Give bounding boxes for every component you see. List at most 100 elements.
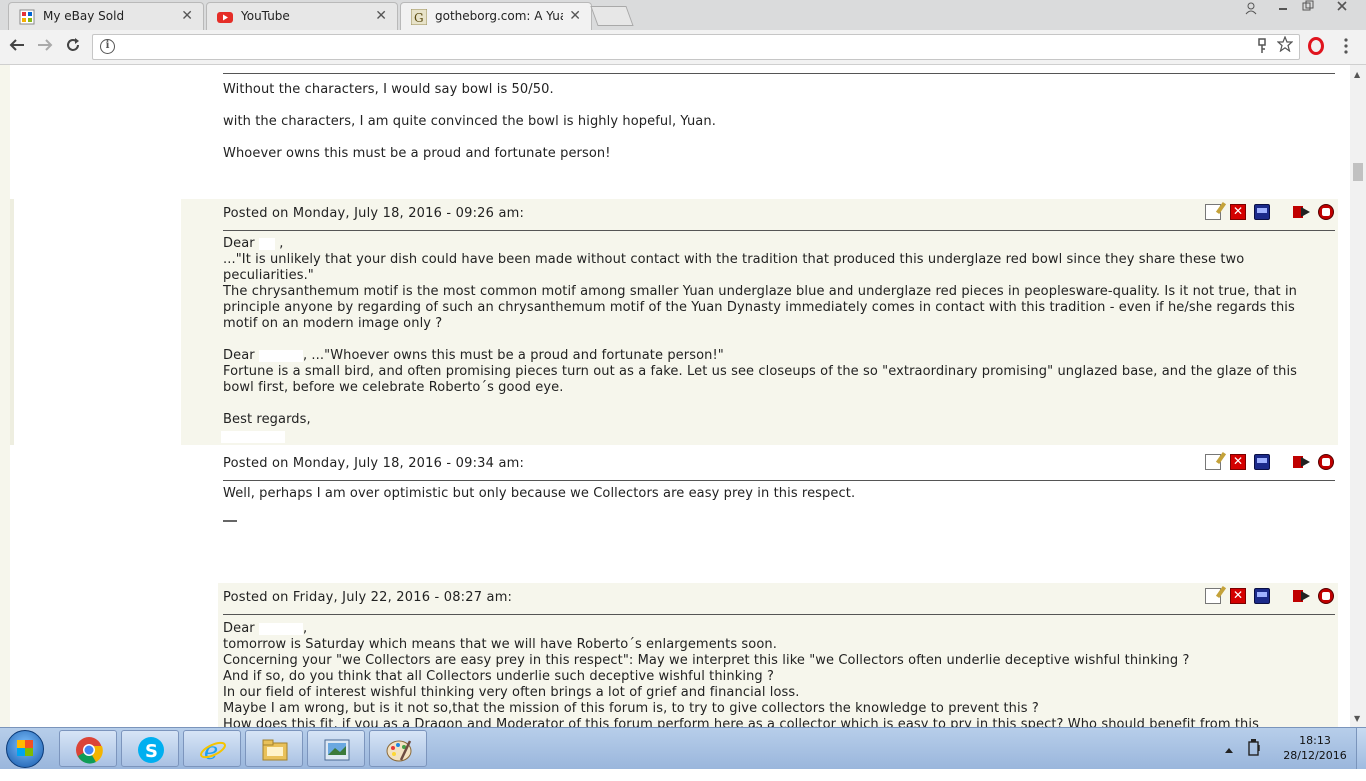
move-icon[interactable] bbox=[1293, 204, 1311, 220]
reload-icon bbox=[67, 38, 79, 51]
taskbar-ie[interactable]: e bbox=[183, 730, 241, 767]
tab-youtube[interactable]: YouTube ✕ bbox=[206, 2, 398, 30]
report-icon[interactable] bbox=[1318, 204, 1334, 220]
ie-icon: e bbox=[200, 737, 226, 764]
ebay-icon bbox=[19, 9, 35, 25]
restore-button[interactable] bbox=[1297, 0, 1319, 18]
post-text: bowl first, before we celebrate Roberto´… bbox=[223, 380, 564, 395]
post-text: Fortune is a small bird, and often promi… bbox=[223, 364, 1298, 379]
post-text: Without the characters, I would say bowl… bbox=[223, 82, 554, 97]
address-bar[interactable]: i bbox=[92, 34, 1300, 60]
system-clock[interactable]: 18:13 28/12/2016 bbox=[1282, 733, 1348, 763]
taskbar-chrome[interactable] bbox=[59, 730, 117, 767]
post-text: ..."It is unlikely that your dish could … bbox=[223, 252, 1245, 267]
post-header: Posted on Monday, July 18, 2016 - 09:26 … bbox=[223, 200, 1335, 231]
redacted-name bbox=[258, 237, 275, 250]
star-icon[interactable] bbox=[1276, 35, 1294, 56]
scroll-thumb[interactable] bbox=[1353, 163, 1363, 181]
post-text: peculiarities." bbox=[223, 268, 314, 283]
back-arrow-icon bbox=[9, 39, 24, 51]
greeting-word: Dear bbox=[223, 348, 255, 363]
folder-icon bbox=[262, 739, 288, 761]
forward-button[interactable] bbox=[34, 36, 56, 58]
post-text: with the characters, I am quite convince… bbox=[223, 114, 716, 129]
ip-icon[interactable] bbox=[1254, 588, 1270, 604]
tab-label: My eBay Sold bbox=[43, 9, 125, 23]
delete-icon[interactable]: ✕ bbox=[1230, 454, 1246, 470]
close-icon[interactable]: ✕ bbox=[375, 8, 387, 24]
browser-titlebar: My eBay Sold ✕ YouTube ✕ G gotheborg.com… bbox=[0, 0, 1366, 30]
paint-icon bbox=[386, 740, 412, 762]
minimize-button[interactable] bbox=[1272, 0, 1294, 18]
reload-button[interactable] bbox=[62, 36, 84, 58]
post-closing: Best regards, bbox=[223, 412, 311, 427]
clipped-text bbox=[223, 518, 237, 522]
power-icon[interactable] bbox=[1247, 739, 1261, 780]
move-icon[interactable] bbox=[1293, 454, 1311, 470]
opera-extension-icon[interactable] bbox=[1308, 37, 1324, 55]
move-icon[interactable] bbox=[1293, 588, 1311, 604]
profile-icon[interactable] bbox=[1240, 1, 1262, 19]
clock-time: 18:13 bbox=[1299, 734, 1331, 747]
ip-icon[interactable] bbox=[1254, 204, 1270, 220]
greeting-word: Dear bbox=[223, 236, 255, 251]
photo-viewer-icon bbox=[324, 739, 350, 761]
tab-label: YouTube bbox=[241, 9, 290, 23]
taskbar: S e 18:13 28/12/2016 bbox=[0, 727, 1366, 769]
page-viewport: Without the characters, I would say bowl… bbox=[0, 65, 1350, 727]
clock-date: 28/12/2016 bbox=[1283, 749, 1347, 762]
post-greeting: Dear , bbox=[223, 621, 307, 636]
menu-icon[interactable] bbox=[1344, 38, 1348, 54]
tab-ebay[interactable]: My eBay Sold ✕ bbox=[8, 2, 204, 30]
post-timestamp: Posted on Monday, July 18, 2016 - 09:34 … bbox=[223, 456, 525, 471]
post-text: And if so, do you think that all Collect… bbox=[223, 669, 774, 684]
post-timestamp: Posted on Friday, July 22, 2016 - 08:27 … bbox=[223, 590, 513, 605]
start-button[interactable] bbox=[6, 730, 44, 768]
left-margin bbox=[0, 65, 10, 727]
chrome-icon bbox=[76, 737, 103, 764]
key-icon[interactable] bbox=[1257, 38, 1267, 58]
tab-gotheborg[interactable]: G gotheborg.com: A Yuan F ✕ bbox=[400, 2, 592, 30]
post-text: Concerning your "we Collectors are easy … bbox=[223, 653, 1190, 668]
edit-icon[interactable] bbox=[1205, 588, 1221, 604]
greeting-punct: , bbox=[302, 621, 308, 636]
report-icon[interactable] bbox=[1318, 588, 1334, 604]
svg-text:e: e bbox=[204, 737, 218, 764]
post-text: Whoever owns this must be a proud and fo… bbox=[223, 146, 611, 161]
edit-icon[interactable] bbox=[1205, 454, 1221, 470]
show-desktop-button[interactable] bbox=[1356, 728, 1366, 769]
delete-icon[interactable]: ✕ bbox=[1230, 588, 1246, 604]
taskbar-paint[interactable] bbox=[369, 730, 427, 767]
post-text: Well, perhaps I am over optimistic but o… bbox=[223, 486, 856, 501]
scroll-up-icon[interactable]: ▲ bbox=[1354, 70, 1360, 79]
back-button[interactable] bbox=[6, 36, 28, 58]
delete-icon[interactable]: ✕ bbox=[1230, 204, 1246, 220]
taskbar-photo-viewer[interactable] bbox=[307, 730, 365, 767]
report-icon[interactable] bbox=[1318, 454, 1334, 470]
taskbar-skype[interactable]: S bbox=[121, 730, 179, 767]
taskbar-explorer[interactable] bbox=[245, 730, 303, 767]
post-greeting: Dear , bbox=[223, 236, 283, 251]
scroll-down-icon[interactable]: ▼ bbox=[1354, 714, 1360, 723]
close-icon[interactable]: ✕ bbox=[181, 8, 193, 24]
info-icon[interactable]: i bbox=[100, 39, 115, 54]
page-scrollbar[interactable]: ▲ ▼ bbox=[1350, 65, 1366, 727]
edit-icon[interactable] bbox=[1205, 204, 1221, 220]
redacted-name bbox=[258, 622, 303, 635]
post-text: motif on an modern image only ? bbox=[223, 316, 443, 331]
close-icon[interactable]: ✕ bbox=[569, 8, 581, 24]
post-actions: ✕ bbox=[1205, 204, 1335, 222]
ip-icon[interactable] bbox=[1254, 454, 1270, 470]
new-tab-button[interactable] bbox=[590, 6, 634, 26]
close-window-button[interactable] bbox=[1328, 0, 1356, 18]
redacted-name bbox=[258, 349, 303, 362]
youtube-icon bbox=[217, 12, 233, 23]
post-header: Posted on Monday, July 18, 2016 - 09:34 … bbox=[223, 450, 1335, 481]
post-text: Maybe I am wrong, but is it not so,that … bbox=[223, 701, 1039, 716]
tray-expand-icon[interactable] bbox=[1224, 740, 1234, 781]
post-text: How does this fit, if you as a Dragon an… bbox=[223, 717, 1259, 727]
post-divider bbox=[223, 73, 1335, 74]
post-actions: ✕ bbox=[1205, 454, 1335, 472]
greeting-word: Dear bbox=[223, 621, 255, 636]
post-side-shade bbox=[10, 199, 14, 445]
